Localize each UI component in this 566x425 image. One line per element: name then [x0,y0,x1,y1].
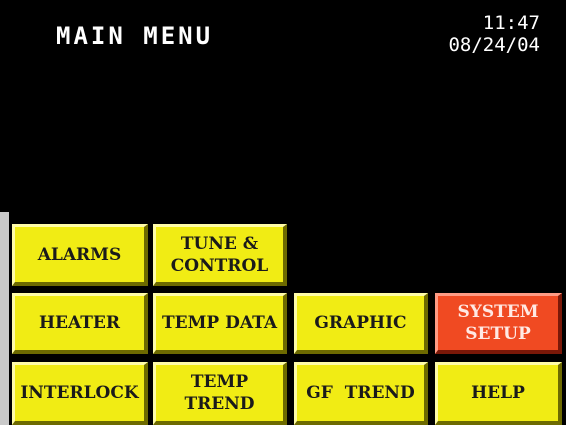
help-button-label: HELP [471,383,525,403]
screen-bezel-edge [0,212,9,425]
gf-trend-button[interactable]: GF TREND [294,362,428,425]
temp-data-button[interactable]: TEMP DATA [153,293,287,354]
alarms-button-label: ALARMS [37,244,122,265]
hmi-screen: MAIN MENU 11:47 08/24/04 ALARMS TUNE & C… [0,0,566,425]
help-button[interactable]: HELP [435,362,562,425]
clock-display: 11:47 08/24/04 [410,12,540,56]
graphic-button[interactable]: GRAPHIC [294,293,428,354]
system-setup-button[interactable]: SYSTEM SETUP [435,293,562,354]
time-readout: 11:47 [482,12,540,34]
tune-control-button[interactable]: TUNE & CONTROL [153,224,287,286]
temp-trend-label-line2: TREND [184,394,255,414]
interlock-button-label: INTERLOCK [20,383,139,403]
temp-trend-button[interactable]: TEMP TREND [153,362,287,425]
heater-button-label: HEATER [38,313,120,333]
system-setup-label-line2: SETUP [465,324,531,344]
gf-trend-button-label: GF TREND [306,383,415,403]
tune-control-label-line2: CONTROL [170,255,269,276]
temp-data-button-label: TEMP DATA [161,313,278,333]
alarms-button[interactable]: ALARMS [12,224,148,286]
interlock-button[interactable]: INTERLOCK [12,362,148,425]
page-title: MAIN MENU [56,22,214,50]
temp-trend-label-line1: TEMP [190,372,249,392]
system-setup-label-line1: SYSTEM [457,302,539,322]
graphic-button-label: GRAPHIC [314,313,407,333]
tune-control-label-line1: TUNE & [180,233,259,254]
heater-button[interactable]: HEATER [12,293,148,354]
date-readout: 08/24/04 [448,34,540,56]
